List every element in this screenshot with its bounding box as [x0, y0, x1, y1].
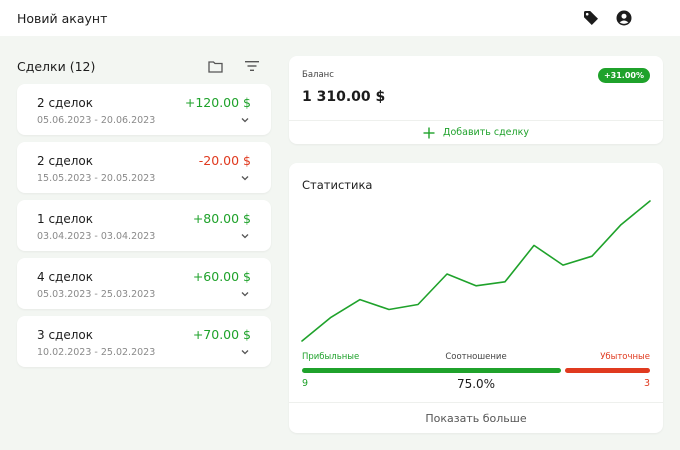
losing-label: Убыточные: [600, 352, 650, 362]
deal-dates: 05.06.2023 - 20.06.2023: [37, 115, 156, 126]
chevron-down-icon[interactable]: [239, 230, 251, 242]
deal-amount: -20.00 $: [198, 153, 251, 168]
series-line: [301, 200, 651, 342]
deals-heading: Сделки (12): [17, 58, 96, 74]
balance-label: Баланс: [302, 70, 334, 80]
deal-amount: +120.00 $: [184, 95, 251, 110]
statistics-title: Статистика: [302, 178, 373, 192]
add-deal-label: Добавить сделку: [443, 127, 529, 138]
losing-count: 3: [643, 378, 650, 389]
losing-ratio-bar: [565, 368, 650, 373]
deal-name: 4 сделок: [37, 270, 93, 284]
deal-dates: 10.02.2023 - 25.02.2023: [37, 347, 156, 358]
ratio-value: 75.0%: [456, 377, 496, 391]
deal-dates: 05.03.2023 - 25.03.2023: [37, 289, 156, 300]
statistics-card: Статистика Прибыльные Соотношение Убыточ…: [289, 163, 663, 433]
moon-icon[interactable]: [648, 9, 666, 27]
chevron-down-icon[interactable]: [239, 346, 251, 358]
chevron-down-icon[interactable]: [239, 172, 251, 184]
balance-value: 1 310.00 $: [302, 89, 386, 105]
deal-amount: +60.00 $: [192, 269, 251, 284]
profitable-ratio-bar: [302, 368, 561, 373]
deals-header: Сделки (12): [17, 54, 271, 78]
deal-card[interactable]: 1 сделок +80.00 $ 03.04.2023 - 03.04.202…: [17, 200, 271, 251]
tag-icon[interactable]: [582, 9, 600, 27]
account-icon[interactable]: [615, 9, 633, 27]
deal-card[interactable]: 4 сделок +60.00 $ 05.03.2023 - 25.03.202…: [17, 258, 271, 309]
header-icons: [582, 9, 666, 27]
add-deal-button[interactable]: Добавить сделку: [289, 121, 663, 144]
balance-change-badge: +31.00%: [597, 68, 650, 83]
balance-card: Баланс +31.00% 1 310.00 $ Добавить сделк…: [289, 56, 663, 144]
account-title: Новий акаунт: [17, 10, 108, 26]
deal-amount: +80.00 $: [192, 211, 251, 226]
deal-name: 2 сделок: [37, 96, 93, 110]
show-more-button[interactable]: Показать больше: [289, 403, 663, 433]
top-bar: Новий акаунт: [0, 0, 680, 36]
filter-icon[interactable]: [243, 57, 261, 75]
statistics-line-chart: [301, 200, 651, 342]
deal-name: 1 сделок: [37, 212, 93, 226]
deal-card[interactable]: 3 сделок +70.00 $ 10.02.2023 - 25.02.202…: [17, 316, 271, 367]
deal-card[interactable]: 2 сделок -20.00 $ 15.05.2023 - 20.05.202…: [17, 142, 271, 193]
deal-name: 2 сделок: [37, 154, 93, 168]
deal-card[interactable]: 2 сделок +120.00 $ 05.06.2023 - 20.06.20…: [17, 84, 271, 135]
deal-name: 3 сделок: [37, 328, 93, 342]
deal-amount: +70.00 $: [192, 327, 251, 342]
plus-icon: [423, 127, 435, 139]
folder-icon[interactable]: [206, 57, 224, 75]
chevron-down-icon[interactable]: [239, 288, 251, 300]
deal-dates: 03.04.2023 - 03.04.2023: [37, 231, 156, 242]
chevron-down-icon[interactable]: [239, 114, 251, 126]
deal-dates: 15.05.2023 - 20.05.2023: [37, 173, 156, 184]
